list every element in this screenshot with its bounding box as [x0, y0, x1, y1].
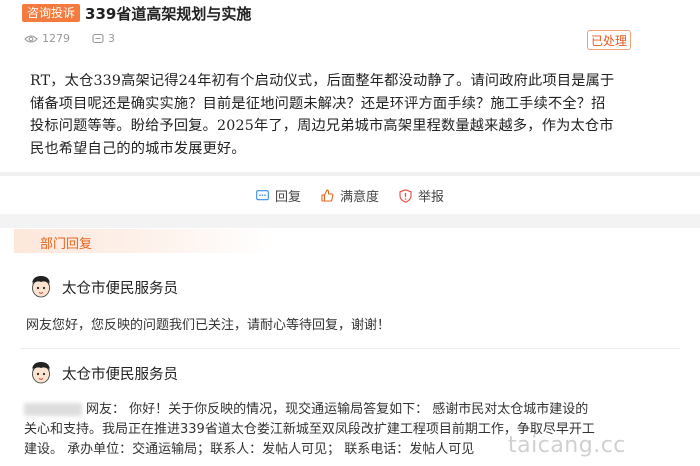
eye-icon — [24, 34, 38, 43]
post-line: 储备项目呢还是确实实施？目前是征地问题未解决？还是环评方面手续？施工手续不全？招 — [30, 95, 606, 112]
post-line: 民也希望自己的的城市发展更好。 — [30, 140, 246, 157]
reply-line-text: 网友： 你好！关于你反映的情况，现交通运输局答复如下： 感谢市民对太仓城市建设的 — [86, 402, 589, 417]
report-button[interactable]: 举报 — [399, 186, 444, 205]
post-actions: 回复 满意度 举报 — [0, 186, 700, 205]
reply-button[interactable]: 回复 — [256, 186, 301, 205]
reply-author: 太仓市便民服务员 — [62, 366, 178, 383]
reply-label: 回复 — [274, 190, 301, 205]
avatar — [32, 276, 50, 298]
comment-count: 3 — [92, 32, 115, 45]
view-count: 1279 — [24, 32, 70, 45]
comment-icon — [92, 33, 104, 43]
category-tag: 咨询投诉 — [22, 4, 81, 22]
post-meta: 1279 3 — [24, 32, 137, 45]
view-count-value: 1279 — [42, 32, 70, 45]
reply-author: 太仓市便民服务员 — [62, 280, 178, 297]
reply-line: 网友： 你好！关于你反映的情况，现交通运输局答复如下： 感谢市民对太仓城市建设的 — [24, 400, 664, 420]
title-row: 咨询投诉 339省道高架规划与实施 — [22, 2, 251, 24]
page-title: 339省道高架规划与实施 — [85, 4, 252, 23]
tab-department-reply[interactable]: 部门回复 — [14, 229, 274, 253]
section-divider — [0, 214, 700, 228]
divider — [0, 172, 700, 176]
status-badge: 已处理 — [587, 30, 631, 50]
comment-count-value: 3 — [108, 32, 115, 45]
post-line: RT，太仓339高架记得24年初有个启动仪式，后面整年都没动静了。请问政府此项目… — [30, 73, 615, 89]
avatar — [32, 362, 50, 384]
redacted-name — [24, 403, 82, 416]
reply-line: 网友您好，您反映的问题我们已关注，请耐心等待回复，谢谢！ — [26, 318, 391, 333]
reply-header: 太仓市便民服务员 — [28, 360, 178, 386]
thumb-up-icon — [321, 189, 334, 202]
satisfaction-button[interactable]: 满意度 — [321, 186, 379, 205]
shield-warning-icon — [399, 188, 412, 203]
report-label: 举报 — [418, 190, 445, 205]
tab-department-reply-label: 部门回复 — [40, 237, 93, 252]
site-watermark: taicang.cc — [508, 433, 626, 458]
post-body: RT，太仓339高架记得24年初有个启动仪式，后面整年都没动静了。请问政府此项目… — [30, 70, 640, 160]
reply-header: 太仓市便民服务员 — [28, 274, 178, 300]
divider — [20, 348, 680, 349]
satisfaction-label: 满意度 — [339, 190, 379, 205]
reply-text: 网友您好，您反映的问题我们已关注，请耐心等待回复，谢谢！ — [26, 316, 666, 336]
post-line: 投标问题等等。盼给予回复。2025年了，周边兄弟城市高架里程数量越来越多，作为太… — [30, 118, 614, 134]
reply-icon — [256, 189, 269, 200]
